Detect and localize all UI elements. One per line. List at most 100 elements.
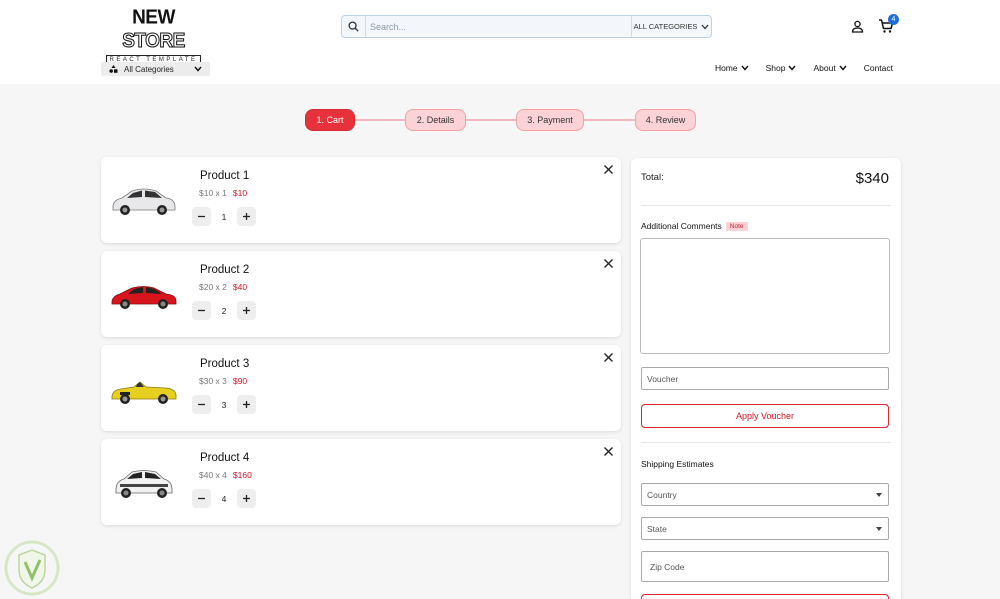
minus-icon [198, 309, 205, 312]
quantity-value: 4 [221, 493, 227, 504]
decrease-quantity-button[interactable] [192, 207, 211, 226]
step-cart[interactable]: 1. Cart [305, 109, 355, 131]
remove-item-close-icon[interactable] [604, 447, 613, 456]
decrease-quantity-button[interactable] [192, 301, 211, 320]
search-icon[interactable] [342, 16, 366, 37]
product-unit-price: $40 x 4 [199, 470, 227, 480]
main-nav: Home Shop About Contact [715, 63, 893, 73]
increase-quantity-button[interactable] [237, 207, 256, 226]
minus-icon [198, 215, 205, 218]
search-input[interactable] [366, 16, 631, 37]
cart-count-badge: 4 [888, 14, 899, 25]
logo-title: NEW STORE [106, 7, 201, 53]
quantity-value: 2 [221, 305, 227, 316]
state-label: State [647, 523, 667, 534]
quantity-stepper: 1 [192, 207, 256, 226]
product-unit-price: $20 x 2 [199, 282, 227, 292]
all-categories-label: All Categories [124, 64, 174, 74]
plus-icon [243, 495, 250, 502]
store-logo[interactable]: NEW STORE REACT TEMPLATE [106, 7, 201, 65]
chevron-down-icon [788, 65, 797, 71]
search-category-label: ALL CATEGORIES [633, 22, 698, 31]
summary-divider [641, 442, 891, 443]
product-line-total: $90 [232, 376, 248, 386]
product-price: $30 x 3 $90 [199, 376, 247, 386]
nav-about-label: About [813, 63, 836, 73]
decrease-quantity-button[interactable] [192, 395, 211, 414]
increase-quantity-button[interactable] [237, 489, 256, 508]
dropdown-caret-icon [876, 492, 882, 497]
nav-shop[interactable]: Shop [766, 63, 797, 73]
country-label: Country [647, 489, 677, 500]
product-price: $40 x 4 $160 [199, 470, 252, 480]
categories-icon [109, 65, 118, 73]
increase-quantity-button[interactable] [237, 301, 256, 320]
product-name[interactable]: Product 1 [200, 170, 249, 182]
checkout-stepper: 1. Cart 2. Details 3. Payment 4. Review [305, 109, 697, 131]
chevron-down-icon [839, 65, 847, 71]
plus-icon [243, 213, 250, 220]
nav-shop-label: Shop [765, 63, 786, 73]
product-name[interactable]: Product 4 [200, 452, 249, 464]
zip-code-label: Zip Code [650, 561, 685, 572]
all-categories-dropdown[interactable]: All Categories [101, 62, 210, 76]
product-price: $20 x 2 $40 [199, 282, 247, 292]
voucher-input[interactable]: Voucher [641, 367, 889, 390]
product-line-total: $160 [232, 470, 252, 480]
quantity-value: 1 [221, 211, 227, 222]
product-unit-price: $30 x 3 [199, 376, 227, 386]
decrease-quantity-button[interactable] [192, 489, 211, 508]
state-select[interactable]: State [641, 517, 889, 540]
additional-comments-textarea[interactable] [640, 238, 890, 354]
remove-item-close-icon[interactable] [604, 165, 613, 174]
nav-about[interactable]: About [813, 63, 847, 73]
summary-divider [641, 205, 891, 206]
increase-quantity-button[interactable] [237, 395, 256, 414]
chevron-down-icon [701, 24, 709, 29]
product-line-total: $10 [232, 188, 248, 198]
chevron-down-icon [194, 66, 202, 72]
product-image [111, 381, 177, 404]
product-image [115, 470, 173, 498]
search-bar: ALL CATEGORIES [341, 15, 712, 38]
step-payment[interactable]: 3. Payment [516, 109, 584, 131]
quantity-stepper: 3 [192, 395, 256, 414]
estimate-button[interactable] [641, 594, 889, 599]
note-badge: Note [725, 222, 748, 231]
nav-contact-label: Contact [863, 63, 893, 73]
top-header: NEW STORE REACT TEMPLATE ALL CATEGORIES … [0, 0, 1000, 84]
remove-item-close-icon[interactable] [604, 353, 613, 362]
cart-item: Product 2 $20 x 2 $40 2 [101, 251, 621, 337]
step-details[interactable]: 2. Details [405, 109, 466, 131]
user-account-icon[interactable] [851, 20, 864, 33]
zip-code-field[interactable]: Zip Code [641, 551, 889, 582]
plus-icon [243, 401, 250, 408]
product-image [111, 286, 177, 309]
nav-home-label: Home [714, 63, 738, 73]
product-name[interactable]: Product 2 [200, 264, 249, 276]
product-image [112, 188, 176, 215]
cart-item: Product 4 $40 x 4 $160 4 [101, 439, 621, 525]
quantity-value: 3 [221, 399, 227, 410]
country-select[interactable]: Country [641, 483, 889, 506]
total-label: Total: [641, 172, 664, 183]
product-unit-price: $10 x 1 [199, 188, 227, 198]
logo-title-new: NEW [132, 6, 175, 29]
step-review[interactable]: 4. Review [635, 109, 696, 131]
voucher-placeholder: Voucher [647, 373, 679, 384]
chevron-down-icon [741, 65, 749, 71]
remove-item-close-icon[interactable] [604, 259, 613, 268]
nav-home[interactable]: Home [715, 63, 749, 73]
dropdown-caret-icon [876, 526, 882, 531]
cart-item: Product 3 $30 x 3 $90 3 [101, 345, 621, 431]
quantity-stepper: 2 [192, 301, 256, 320]
additional-comments-label: Additional Comments [641, 221, 722, 231]
search-category-select[interactable]: ALL CATEGORIES [631, 16, 711, 37]
order-summary-panel: Total: $340 Additional Comments Note Vouc… [631, 158, 901, 599]
additional-comments-heading: Additional Comments Note [641, 221, 748, 231]
apply-voucher-button[interactable]: Apply Voucher [641, 404, 889, 428]
nav-contact[interactable]: Contact [864, 63, 893, 73]
minus-icon [198, 497, 205, 500]
total-value: $340 [855, 170, 889, 187]
product-name[interactable]: Product 3 [200, 358, 249, 370]
